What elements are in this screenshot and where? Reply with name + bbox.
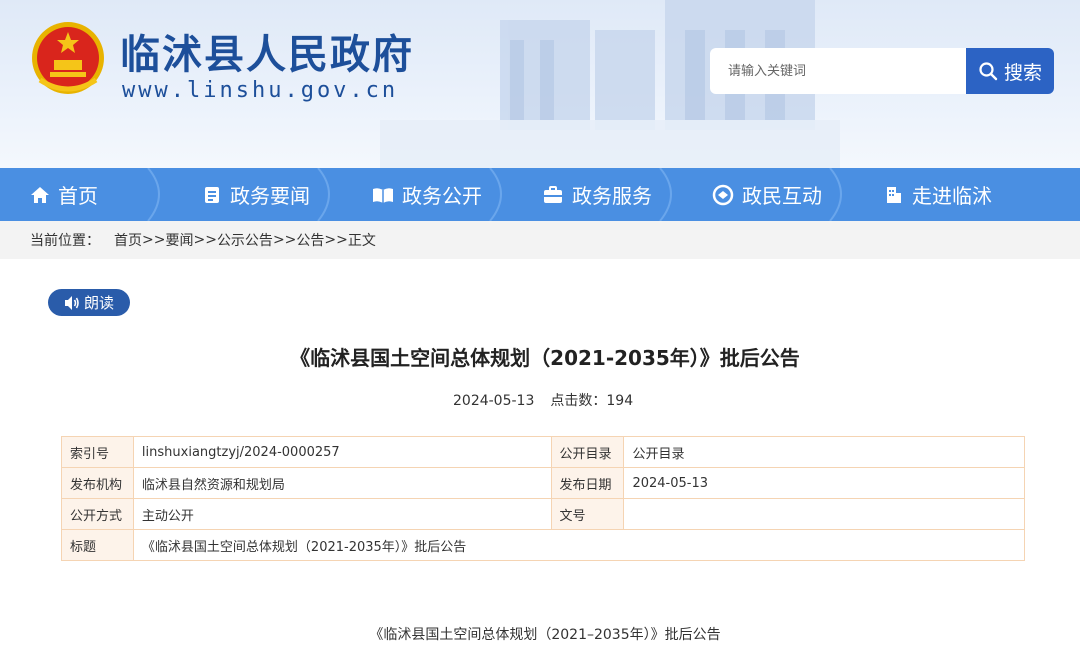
table-value: 临沭县自然资源和规划局: [132, 467, 552, 499]
briefcase-icon: [544, 185, 562, 203]
nav-item-label: 首页: [58, 184, 98, 208]
read-aloud-button[interactable]: 朗读: [48, 289, 130, 316]
search-button-label: 搜索: [1003, 61, 1042, 84]
breadcrumb-label: 当前位置：: [30, 233, 100, 249]
news-icon: [205, 186, 219, 203]
table-key: 标题: [61, 529, 134, 561]
table-value: 公开目录: [623, 436, 1025, 468]
nav-item-news[interactable]: 政务要闻: [202, 168, 310, 221]
article-meta: 2024-05-13 点击数：194: [453, 390, 633, 410]
nav-item-label: 政务要闻: [230, 184, 310, 208]
national-emblem-logo: [32, 22, 104, 94]
nav-divider: [147, 168, 160, 221]
click-count: 点击数：194: [550, 393, 633, 409]
table-key: 公开目录: [550, 436, 625, 468]
nav-divider: [489, 168, 502, 221]
interaction-icon: [712, 184, 734, 205]
click-count-value: 194: [606, 393, 634, 409]
table-key: 发布日期: [550, 467, 625, 499]
breadcrumb-item-news[interactable]: 要闻: [165, 230, 193, 250]
nav-item-label: 走进临沭: [912, 184, 992, 208]
breadcrumb-separator: >>: [324, 232, 348, 248]
table-row: 公开方式 主动公开 文号: [61, 498, 1025, 530]
nav-item-label: 政民互动: [742, 184, 822, 208]
search-input[interactable]: [710, 48, 968, 94]
nav-item-open[interactable]: 政务公开: [372, 168, 482, 221]
speaker-icon: [64, 295, 79, 310]
table-key: 文号: [550, 498, 625, 530]
table-value: 主动公开: [132, 498, 552, 530]
table-key: 公开方式: [61, 498, 134, 530]
nav-item-label: 政务服务: [572, 184, 652, 208]
breadcrumb-item-announcement[interactable]: 公告: [296, 230, 324, 250]
article-body-title: 《临沭县国土空间总体规划（2021–2035年）》批后公告: [369, 627, 721, 643]
breadcrumb-separator: >>: [142, 232, 166, 248]
search-button[interactable]: 搜索: [966, 48, 1054, 94]
table-value: 《临沭县国土空间总体规划（2021-2035年）》批后公告: [132, 529, 1026, 561]
home-icon: [31, 186, 49, 203]
main-nav: 首页 政务要闻 政务公开 政务服务 政民互动 走进临沭: [0, 168, 1080, 221]
site-name: 临沭县人民政府: [120, 32, 414, 78]
breadcrumb-item-home[interactable]: 首页: [114, 230, 142, 250]
publish-date: 2024-05-13: [453, 393, 535, 409]
nav-item-about[interactable]: 走进临沭: [884, 168, 992, 221]
search-icon: [979, 62, 998, 81]
site-header: 临沭县人民政府 www.linshu.gov.cn 搜索: [0, 0, 1080, 168]
nav-item-home[interactable]: 首页: [30, 168, 98, 221]
table-row: 标题 《临沭县国土空间总体规划（2021-2035年）》批后公告: [61, 529, 1026, 561]
click-count-label: 点击数：: [550, 393, 607, 409]
table-value: linshuxiangtzyj/2024-0000257: [132, 436, 552, 468]
nav-item-label: 政务公开: [402, 184, 482, 208]
building-icon: [887, 186, 901, 203]
table-row: 索引号 linshuxiangtzyj/2024-0000257 公开目录 公开…: [61, 436, 1025, 468]
breadcrumb-item-notice[interactable]: 公示公告: [217, 230, 273, 250]
open-book-icon: [373, 187, 393, 203]
site-url: www.linshu.gov.cn: [122, 78, 399, 103]
nav-divider: [829, 168, 842, 221]
table-key: 索引号: [61, 436, 134, 468]
nav-item-interaction[interactable]: 政民互动: [712, 168, 822, 221]
table-key: 发布机构: [61, 467, 134, 499]
table-value: [623, 498, 1025, 530]
article-title: 《临沭县国土空间总体规划（2021-2035年）》批后公告: [290, 346, 800, 370]
breadcrumb-item-current: 正文: [347, 233, 376, 249]
info-table: 索引号 linshuxiangtzyj/2024-0000257 公开目录 公开…: [61, 436, 1026, 561]
nav-divider: [317, 168, 330, 221]
breadcrumb: 当前位置： 首页 >> 要闻 >> 公示公告 >> 公告 >> 正文: [0, 221, 1080, 259]
breadcrumb-separator: >>: [193, 232, 217, 248]
nav-item-service[interactable]: 政务服务: [542, 168, 652, 221]
table-row: 发布机构 临沭县自然资源和规划局 发布日期 2024-05-13: [61, 467, 1025, 499]
read-aloud-label: 朗读: [83, 294, 114, 312]
nav-divider: [659, 168, 672, 221]
table-value: 2024-05-13: [623, 467, 1025, 499]
breadcrumb-separator: >>: [272, 232, 297, 248]
